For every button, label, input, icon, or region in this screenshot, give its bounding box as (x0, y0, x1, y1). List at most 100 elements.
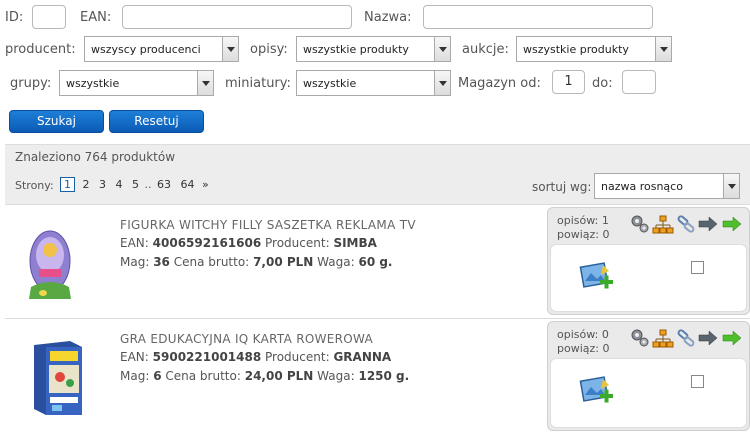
sort-label: sortuj wg: (532, 180, 592, 194)
product-actions-lower (550, 244, 747, 312)
producer-select-value: wszyscy producenci (91, 43, 201, 56)
page-link[interactable]: 64 (181, 178, 195, 191)
thumbnails-select[interactable]: wszystkie (296, 70, 451, 96)
chevron-down-icon (434, 37, 450, 61)
stock-to-label: do: (592, 76, 613, 91)
producer-label: Producent: (265, 350, 330, 364)
producer-value: SIMBA (333, 236, 377, 250)
product-actions-lower (550, 358, 747, 428)
product-ean-line: EAN: 5900221001488 Producent: GRANNA (120, 350, 391, 364)
id-label: ID: (5, 10, 24, 25)
weight-label: Waga: (317, 369, 355, 383)
reset-button[interactable]: Resetuj (109, 110, 204, 133)
product-thumbnail[interactable] (25, 225, 75, 305)
descriptions-count-line: opisów: 1 (557, 214, 609, 227)
gears-icon[interactable] (630, 214, 650, 234)
product-stock-line: Mag: 6 Cena brutto: 24,00 PLN Waga: 1250… (120, 369, 409, 383)
gears-icon[interactable] (630, 328, 650, 348)
weight-value: 1250 g. (358, 369, 410, 383)
links-count-value: 0 (602, 342, 610, 355)
descriptions-count-label: opisów: (557, 214, 599, 227)
next-page-link[interactable]: » (202, 178, 209, 191)
auctions-select[interactable]: wszystkie produkty (516, 36, 672, 62)
stock-from-label: Magazyn od: (458, 76, 541, 91)
product-select-checkbox[interactable] (691, 261, 704, 274)
links-count-line: powiąz: 0 (557, 228, 610, 241)
product-title[interactable]: GRA EDUKACYJNA IQ KARTA ROWEROWA (120, 332, 373, 346)
descriptions-count-value: 0 (601, 328, 609, 341)
product-ean-line: EAN: 4006592161606 Producent: SIMBA (120, 236, 377, 250)
arrow-right-icon[interactable] (698, 216, 718, 232)
add-image-icon[interactable] (579, 375, 615, 411)
ean-label: EAN: (120, 236, 149, 250)
producer-label: Producent: (265, 236, 330, 250)
product-actions-panel: opisów: 0 powiąz: 0 (547, 321, 750, 431)
stock-label: Mag: (120, 255, 150, 269)
ean-value: 5900221001488 (152, 350, 262, 364)
chevron-down-icon (723, 174, 739, 198)
thumbnails-select-value: wszystkie (303, 77, 357, 90)
price-label: Cena brutto: (173, 255, 250, 269)
link-icon[interactable] (676, 328, 696, 348)
weight-value: 60 g. (358, 255, 393, 269)
stock-label: Mag: (120, 369, 150, 383)
pagination: 1 2 3 4 5 .. 63 64 » (60, 177, 209, 192)
results-count: Znaleziono 764 produktów (15, 150, 176, 164)
hierarchy-icon[interactable] (652, 328, 674, 350)
id-input[interactable] (32, 5, 66, 29)
name-input[interactable] (423, 5, 653, 29)
groups-select[interactable]: wszystkie (59, 70, 214, 96)
descriptions-select[interactable]: wszystkie produkty (296, 36, 451, 62)
stock-from-input[interactable]: 1 (552, 70, 585, 94)
product-title[interactable]: FIGURKA WITCHY FILLY SASZETKA REKLAMA TV (120, 218, 416, 232)
page-link[interactable]: 63 (157, 178, 171, 191)
results-bar: Znaleziono 764 produktów Strony: 1 2 3 4… (5, 144, 750, 204)
page-ellipsis: .. (144, 178, 152, 191)
price-value: 24,00 PLN (244, 369, 314, 383)
pages-label: Strony: (15, 179, 54, 192)
chevron-down-icon (434, 71, 450, 95)
link-icon[interactable] (676, 214, 696, 234)
product-thumbnail[interactable] (32, 339, 84, 417)
arrow-right-icon[interactable] (698, 330, 718, 346)
ean-value: 4006592161606 (152, 236, 262, 250)
descriptions-label: opisy: (250, 42, 288, 57)
links-count-value: 0 (602, 228, 610, 241)
chevron-down-icon (222, 37, 238, 61)
descriptions-count-label: opisów: (557, 328, 599, 341)
descriptions-select-value: wszystkie produkty (303, 43, 409, 56)
arrow-right-green-icon[interactable] (722, 330, 742, 346)
sort-select[interactable]: nazwa rosnąco (594, 173, 740, 199)
producer-select[interactable]: wszyscy producenci (84, 36, 239, 62)
page-current[interactable]: 1 (60, 177, 75, 192)
stock-to-input[interactable] (622, 70, 656, 94)
sort-select-value: nazwa rosnąco (601, 180, 683, 193)
descriptions-count-line: opisów: 0 (557, 328, 609, 341)
groups-select-value: wszystkie (66, 77, 120, 90)
ean-label: EAN: (80, 10, 112, 25)
product-row: FIGURKA WITCHY FILLY SASZETKA REKLAMA TV… (5, 204, 750, 317)
page-link[interactable]: 2 (83, 178, 90, 191)
links-count-label: powiąz: (557, 342, 599, 355)
price-value: 7,00 PLN (253, 255, 314, 269)
add-image-icon[interactable] (579, 261, 615, 297)
product-select-checkbox[interactable] (691, 375, 704, 388)
name-label: Nazwa: (364, 10, 412, 25)
product-row: GRA EDUKACYJNA IQ KARTA ROWEROWA EAN: 59… (5, 318, 750, 435)
arrow-right-green-icon[interactable] (722, 216, 742, 232)
search-button[interactable]: Szukaj (9, 110, 104, 133)
ean-input[interactable] (122, 5, 352, 29)
hierarchy-icon[interactable] (652, 214, 674, 236)
chevron-down-icon (197, 71, 213, 95)
product-stock-line: Mag: 36 Cena brutto: 7,00 PLN Waga: 60 g… (120, 255, 393, 269)
links-count-line: powiąz: 0 (557, 342, 610, 355)
product-actions-panel: opisów: 1 powiąz: 0 (547, 207, 750, 315)
thumbnails-label: miniatury: (225, 76, 291, 91)
page-link[interactable]: 5 (132, 178, 139, 191)
page-link[interactable]: 4 (116, 178, 123, 191)
ean-label: EAN: (120, 350, 149, 364)
auctions-label: aukcje: (462, 42, 509, 57)
descriptions-count-value: 1 (601, 214, 609, 227)
page-link[interactable]: 3 (99, 178, 106, 191)
stock-value: 36 (153, 255, 170, 269)
